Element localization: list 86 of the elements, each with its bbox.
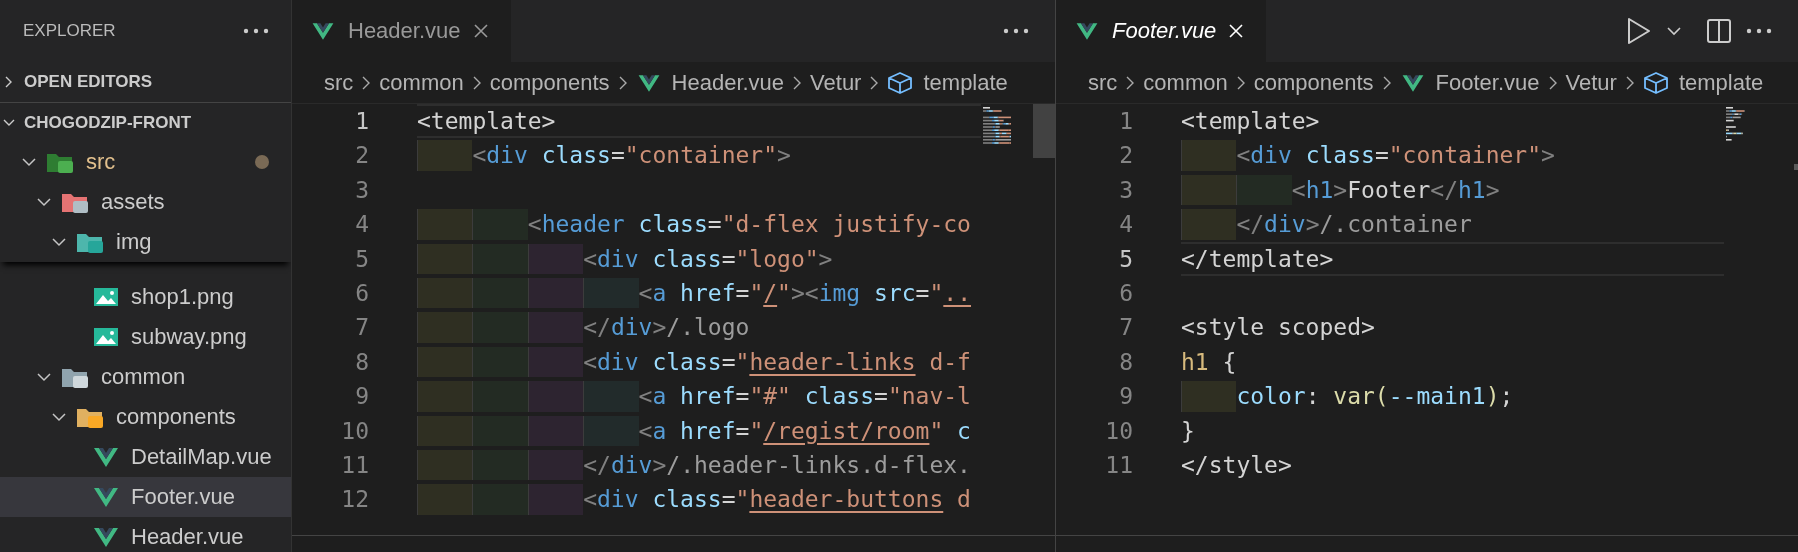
cube-icon <box>1642 70 1669 95</box>
scrollbar-thumb[interactable] <box>1033 104 1055 158</box>
line-number: 3 <box>1118 175 1133 205</box>
tree-item[interactable]: Header.vue <box>0 517 291 552</box>
line-number: 11 <box>1104 450 1133 480</box>
breadcrumb[interactable]: Vetur <box>1565 69 1617 96</box>
chevron-right-icon <box>1547 74 1558 91</box>
tree-item[interactable]: src <box>0 142 291 182</box>
tab[interactable]: Footer.vue <box>1056 0 1267 62</box>
line-number: 3 <box>354 175 369 205</box>
code-line: <template> <box>417 107 556 136</box>
code-line: h1 { <box>1181 347 1237 377</box>
breadcrumb[interactable]: Footer.vue <box>1399 69 1540 96</box>
chevron-right-icon <box>1125 74 1136 91</box>
chevron-right-icon <box>1624 74 1635 91</box>
chevron-right-icon <box>1381 74 1392 91</box>
vue-icon <box>91 445 121 469</box>
line-number: 10 <box>340 416 369 446</box>
line-number: 10 <box>1104 416 1133 446</box>
line-number: 12 <box>340 485 369 515</box>
modified-dot <box>255 155 269 169</box>
section-header[interactable]: CHOGODZIP-FRONT <box>0 102 291 142</box>
breadcrumb[interactable]: Vetur <box>810 69 862 96</box>
line-number: 9 <box>1118 382 1133 412</box>
code-line: </style> <box>1181 450 1292 480</box>
breadcrumb[interactable]: src <box>324 69 354 96</box>
chevron-right-icon <box>471 74 482 91</box>
scrollbar-thumb[interactable] <box>1794 164 1798 170</box>
chevron-right-icon <box>617 74 628 91</box>
breadcrumb[interactable]: template <box>1642 69 1764 96</box>
tree-item[interactable]: Footer.vue <box>0 477 291 517</box>
more-icon[interactable] <box>243 28 269 34</box>
tree-item[interactable]: shop1.png <box>0 277 291 317</box>
code-line: } <box>1181 416 1195 446</box>
tree-item[interactable]: assets <box>0 182 291 222</box>
run-icon[interactable] <box>1626 17 1652 45</box>
tree-item[interactable]: components <box>0 397 291 437</box>
line-number: 4 <box>354 210 369 240</box>
image-icon <box>91 325 121 349</box>
breadcrumb[interactable]: src <box>1088 69 1118 96</box>
tree-item[interactable]: subway.png <box>0 317 291 357</box>
code-line: </template> <box>1181 244 1334 274</box>
image-icon <box>91 285 121 309</box>
breadcrumb[interactable]: common <box>1143 69 1228 96</box>
caret-icon[interactable] <box>1666 26 1682 36</box>
chevron-right-icon <box>792 74 803 91</box>
section-header[interactable]: OPEN EDITORS <box>0 62 291 102</box>
vue-icon <box>91 485 121 509</box>
line-number: 4 <box>1118 210 1133 240</box>
cube-icon <box>887 70 914 95</box>
vue-icon <box>310 20 336 42</box>
line-number: 9 <box>354 382 369 412</box>
breadcrumb[interactable]: template <box>887 69 1008 96</box>
line-number: 8 <box>354 347 369 377</box>
line-number: 5 <box>354 244 369 274</box>
breadcrumb[interactable]: common <box>379 69 464 96</box>
close-icon[interactable] <box>472 23 489 39</box>
more-icon[interactable] <box>1003 28 1029 34</box>
line-number: 5 <box>1118 244 1133 274</box>
line-number: 6 <box>1118 278 1133 308</box>
line-number: 1 <box>354 107 369 136</box>
line-number: 7 <box>1118 313 1133 343</box>
breadcrumb[interactable]: components <box>1253 69 1374 96</box>
vue-icon <box>91 525 121 549</box>
line-number: 2 <box>1118 141 1133 171</box>
tab[interactable]: Header.vue <box>292 0 511 62</box>
line-number: 8 <box>1118 347 1133 377</box>
tree-item[interactable]: DetailMap.vue <box>0 437 291 477</box>
line-number: 6 <box>354 278 369 308</box>
tree-item[interactable]: common <box>0 357 291 397</box>
line-number: 11 <box>340 450 369 480</box>
chevron-right-icon <box>869 74 880 91</box>
tree-item[interactable]: img <box>0 222 291 262</box>
chevron-right-icon <box>361 74 372 91</box>
line-number: 7 <box>354 313 369 343</box>
vue-icon <box>1074 20 1100 42</box>
split-editor-icon[interactable] <box>1706 18 1732 44</box>
code-line: <style scoped> <box>1181 313 1375 343</box>
line-number: 1 <box>1118 107 1133 136</box>
line-number: 2 <box>354 141 369 171</box>
chevron-right-icon <box>1235 74 1246 91</box>
more-icon[interactable] <box>1746 28 1772 34</box>
code-line: <template> <box>1181 107 1320 136</box>
breadcrumb[interactable]: Header.vue <box>635 69 785 96</box>
sidebar-title: EXPLORER <box>23 21 116 41</box>
breadcrumb[interactable]: components <box>489 69 610 96</box>
